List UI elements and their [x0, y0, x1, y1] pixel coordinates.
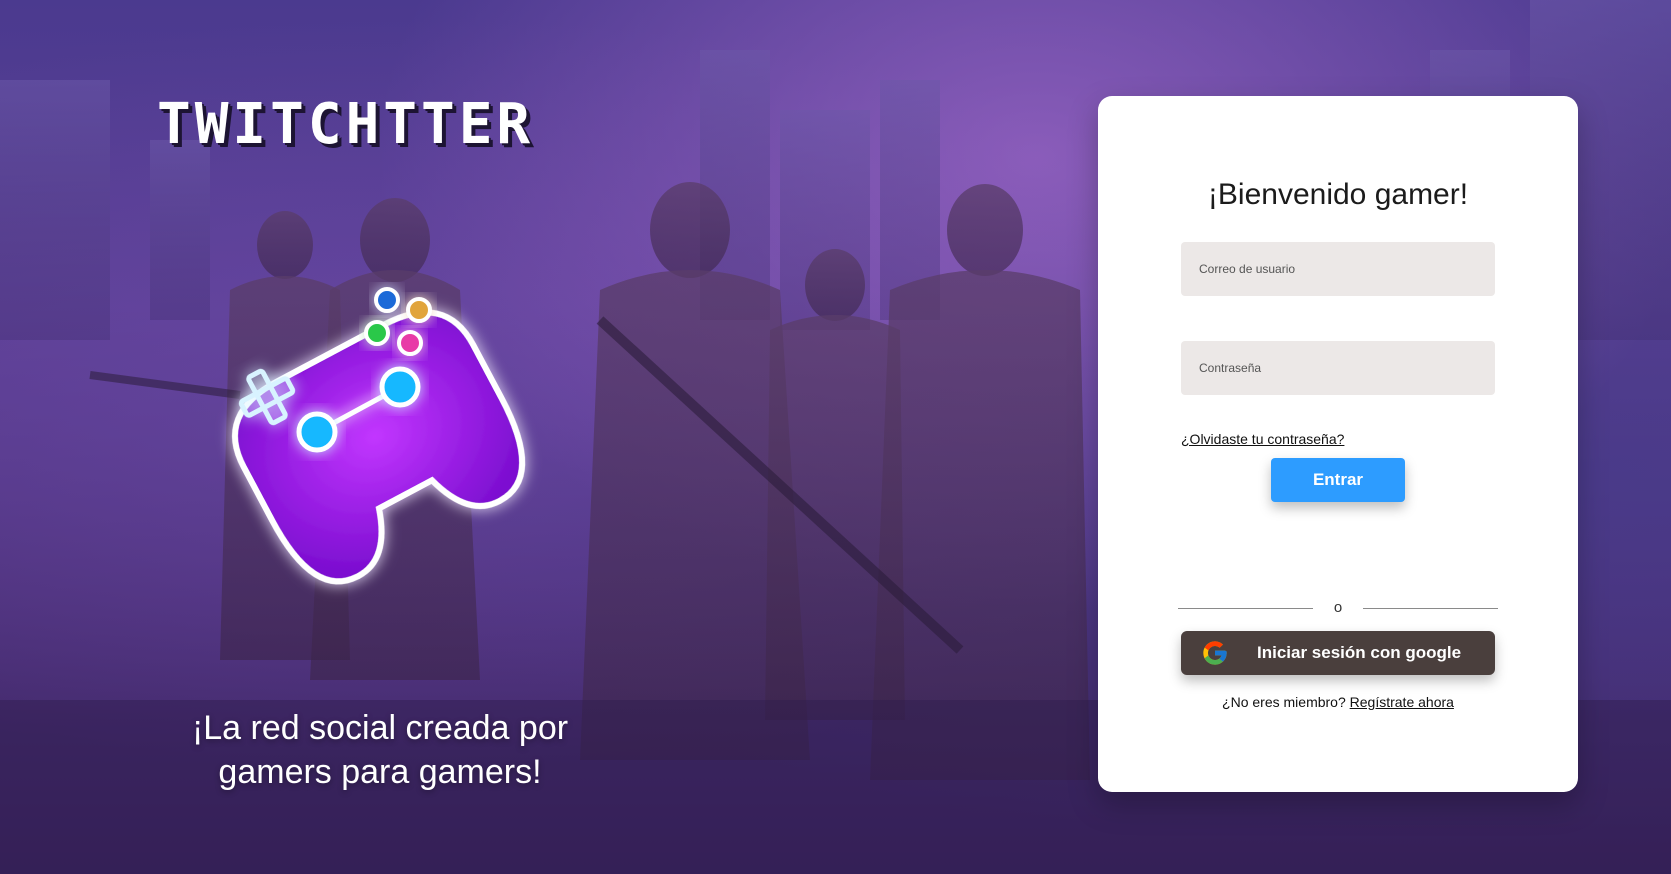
login-button[interactable]: Entrar	[1271, 458, 1405, 502]
brand-logo: TWITCHTTER	[157, 92, 535, 157]
login-card: ¡Bienvenido gamer! ¿Olvidaste tu contras…	[1098, 96, 1578, 792]
divider-line-right	[1363, 608, 1498, 609]
register-prompt-text: ¿No eres miembro?	[1222, 694, 1346, 710]
login-title: ¡Bienvenido gamer!	[1207, 178, 1469, 211]
google-icon	[1203, 641, 1227, 665]
forgot-password-link[interactable]: ¿Olvidaste tu contraseña?	[1181, 431, 1344, 447]
gamepad-neon-icon	[232, 287, 526, 585]
register-prompt: ¿No eres miembro? Regístrate ahora	[1098, 694, 1578, 710]
google-signin-label: Iniciar sesión con google	[1257, 643, 1462, 662]
register-link[interactable]: Regístrate ahora	[1350, 694, 1454, 710]
email-input[interactable]	[1181, 242, 1495, 296]
password-input[interactable]	[1181, 341, 1495, 395]
google-signin-button[interactable]: Iniciar sesión con google	[1181, 631, 1495, 675]
divider: o	[1178, 598, 1498, 618]
brand-tagline: ¡La red social creada por gamers para ga…	[191, 709, 569, 791]
